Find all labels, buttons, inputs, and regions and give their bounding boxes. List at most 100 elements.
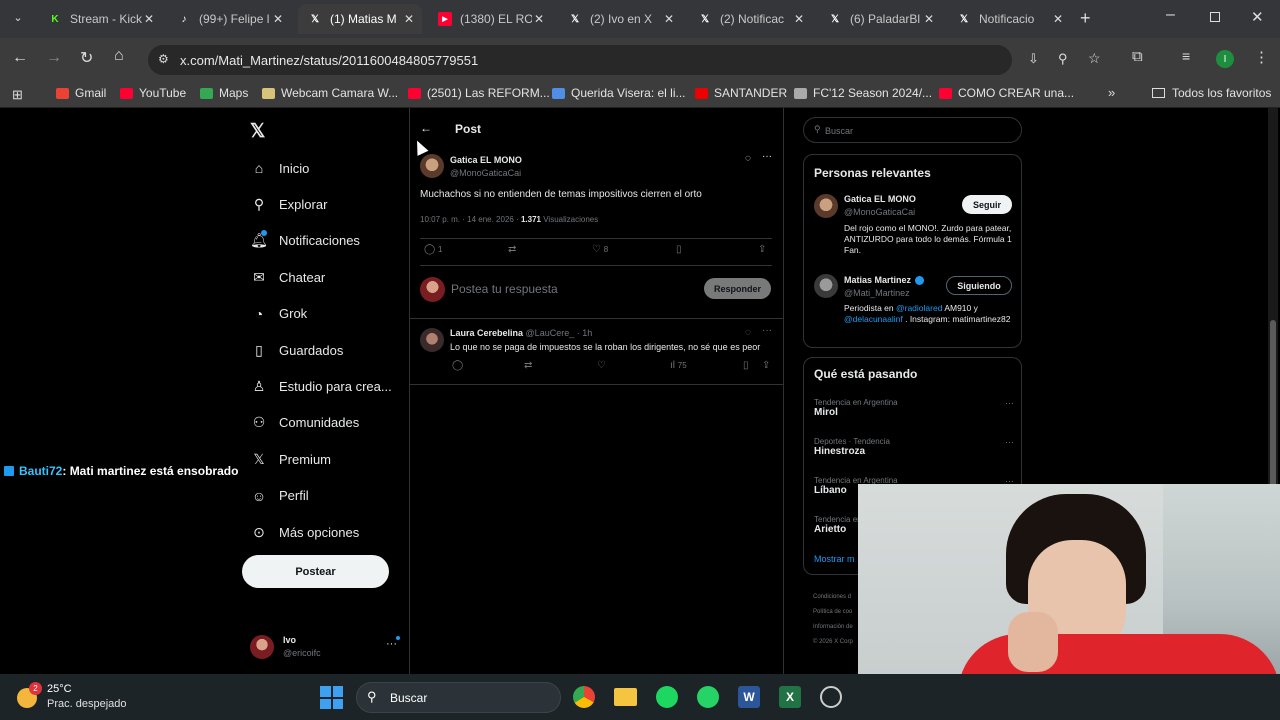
apps-grid-icon[interactable]: ⊞: [12, 87, 23, 103]
word-icon[interactable]: W: [738, 686, 760, 708]
home-button[interactable]: ⌂: [114, 47, 124, 65]
grok-icon[interactable]: ◌: [745, 153, 751, 164]
browser-tab[interactable]: 𝕏 (2) Notificac ✕: [688, 4, 812, 34]
reply-author-avatar[interactable]: [420, 328, 444, 352]
person-handle[interactable]: @MonoGaticaCai: [844, 207, 915, 217]
reply-views[interactable]: ıl 75: [670, 360, 687, 371]
tab-search-button[interactable]: ⌄: [10, 11, 26, 27]
back-button[interactable]: ←: [12, 49, 28, 67]
bookmark-item[interactable]: Gmail: [56, 86, 106, 100]
person-name[interactable]: Matias Martinez: [844, 275, 911, 285]
tab-close-icon[interactable]: ✕: [404, 12, 414, 26]
tab-close-icon[interactable]: ✕: [924, 12, 934, 26]
post-author-name[interactable]: Gatica EL MONO: [450, 155, 522, 165]
reply-submit-button[interactable]: Responder: [704, 278, 771, 299]
site-info-icon[interactable]: ⚙: [158, 52, 169, 66]
bookmark-post-icon[interactable]: ▯: [676, 244, 682, 255]
right-search-box[interactable]: ⚲ Buscar: [803, 117, 1022, 143]
reply-author-handle[interactable]: @LauCere_ · 1h: [526, 328, 593, 338]
bookmark-item[interactable]: Webcam Camara W...: [262, 86, 398, 100]
file-explorer-icon[interactable]: [614, 688, 637, 706]
following-button[interactable]: Siguiendo: [946, 276, 1012, 295]
url-text[interactable]: x.com/Mati_Martinez/status/2011600484805…: [180, 53, 478, 68]
like-action[interactable]: ♡ 8: [592, 244, 608, 255]
sidebar-item-más-opciones[interactable]: ⊙ Más opciones: [250, 523, 359, 541]
footer-link[interactable]: Información de: [813, 620, 853, 635]
bookmark-item[interactable]: (2501) Las REFORM...: [408, 86, 550, 100]
bookmark-item[interactable]: COMO CREAR una...: [939, 86, 1074, 100]
bookmark-item[interactable]: YouTube: [120, 86, 186, 100]
sidebar-item-chatear[interactable]: ✉ Chatear: [250, 268, 325, 286]
footer-link[interactable]: Condiciones d: [813, 590, 853, 605]
tab-close-icon[interactable]: ✕: [144, 12, 154, 26]
post-time[interactable]: 10:07 p. m. · 14 ene. 2026 ·: [420, 215, 519, 224]
install-app-icon[interactable]: ⇩: [1028, 51, 1039, 67]
reply-heart-icon[interactable]: ♡: [597, 360, 606, 371]
bookmark-star-icon[interactable]: ☆: [1088, 50, 1101, 67]
account-switcher[interactable]: Ivo @ericoifc ···: [250, 632, 400, 666]
sidebar-item-premium[interactable]: 𝕏 Premium: [250, 450, 331, 468]
browser-tab[interactable]: ♪ (99+) Felipe l ✕: [167, 4, 291, 34]
bookmark-item[interactable]: Maps: [200, 86, 248, 100]
sidebar-item-comunidades[interactable]: ⚇ Comunidades: [250, 414, 360, 432]
browser-tab[interactable]: 𝕏 (2) Ivo en X ✕: [558, 4, 682, 34]
show-more-link[interactable]: Mostrar m: [814, 554, 855, 564]
chrome-icon[interactable]: [573, 686, 595, 708]
reply-grok-icon[interactable]: ◌: [745, 327, 751, 338]
reload-button[interactable]: ↻: [80, 48, 93, 68]
post-button[interactable]: Postear: [242, 555, 389, 588]
weather-widget[interactable]: 2 25°C Prac. despejado: [14, 680, 154, 714]
start-button[interactable]: [320, 686, 343, 709]
tab-close-icon[interactable]: ✕: [664, 12, 674, 26]
follow-button[interactable]: Seguir: [962, 195, 1012, 214]
person-name[interactable]: Gatica EL MONO: [844, 194, 916, 204]
address-bar[interactable]: ⚙ x.com/Mati_Martinez/status/20116004848…: [148, 45, 1101, 75]
trend-more-icon[interactable]: ···: [1005, 437, 1014, 447]
bio-link[interactable]: @delacunaalinf: [844, 314, 903, 324]
reply-author-name[interactable]: Laura Cerebelina: [450, 328, 523, 338]
spotify-icon[interactable]: [656, 686, 678, 708]
back-arrow-icon[interactable]: ←: [420, 121, 432, 135]
account-more-icon[interactable]: ···: [386, 638, 397, 650]
sidebar-item-notificaciones[interactable]: 🔔︎ Notificaciones: [250, 229, 360, 250]
excel-icon[interactable]: X: [779, 686, 801, 708]
media-control-icon[interactable]: ≡: [1182, 48, 1190, 64]
trend-item[interactable]: Tendencia en Argentina Mirol ···: [814, 398, 1014, 418]
person-avatar[interactable]: [814, 194, 838, 218]
reply-reply-icon[interactable]: ◯: [452, 360, 463, 371]
close-window-button[interactable]: ✕: [1251, 8, 1264, 26]
reply-more-icon[interactable]: ···: [762, 325, 772, 336]
forward-button[interactable]: →: [46, 49, 62, 67]
extensions-icon[interactable]: ⧉: [1132, 48, 1143, 65]
sidebar-item-perfil[interactable]: ☺ Perfil: [250, 487, 309, 505]
sidebar-item-inicio[interactable]: ⌂ Inicio: [250, 159, 310, 177]
tab-close-icon[interactable]: ✕: [794, 12, 804, 26]
browser-tab[interactable]: 𝕏 Notificacio ✕: [947, 4, 1071, 34]
sidebar-item-guardados[interactable]: ▯ Guardados: [250, 341, 343, 359]
browser-tab[interactable]: ▶ (1380) EL RO ✕: [428, 4, 552, 34]
trend-item[interactable]: Deportes · Tendencia Hinestroza ···: [814, 437, 1014, 457]
reply-repost-icon[interactable]: ⇄: [524, 360, 532, 371]
zoom-icon[interactable]: ⚲: [1058, 51, 1068, 67]
profile-avatar[interactable]: I: [1216, 50, 1234, 68]
bookmark-item[interactable]: SANTANDER: [695, 86, 787, 100]
share-icon[interactable]: ⇪: [758, 244, 766, 255]
browser-menu-icon[interactable]: ⋮: [1254, 48, 1269, 66]
trend-more-icon[interactable]: ···: [1005, 398, 1014, 408]
all-bookmarks-folder[interactable]: Todos los favoritos: [1152, 86, 1271, 100]
footer-link[interactable]: Política de coo: [813, 605, 853, 620]
bookmark-item[interactable]: Querida Visera: el li...: [552, 86, 686, 100]
bookmarks-overflow-icon[interactable]: »: [1108, 85, 1115, 100]
tab-close-icon[interactable]: ✕: [534, 12, 544, 26]
person-avatar[interactable]: [814, 274, 838, 298]
reply-bookmark-icon[interactable]: ▯: [743, 360, 749, 371]
bookmark-item[interactable]: FC'12 Season 2024/...: [794, 86, 932, 100]
minimize-button[interactable]: –: [1166, 6, 1175, 24]
post-more-icon[interactable]: ···: [762, 151, 772, 162]
app-icon[interactable]: [820, 686, 842, 708]
post-author-handle[interactable]: @MonoGaticaCai: [450, 168, 521, 178]
person-handle[interactable]: @Mati_Martinez: [844, 288, 910, 298]
reply-input[interactable]: Postea tu respuesta: [451, 282, 558, 296]
x-logo[interactable]: 𝕏: [250, 120, 265, 143]
bio-link[interactable]: @radiolared: [896, 303, 942, 313]
